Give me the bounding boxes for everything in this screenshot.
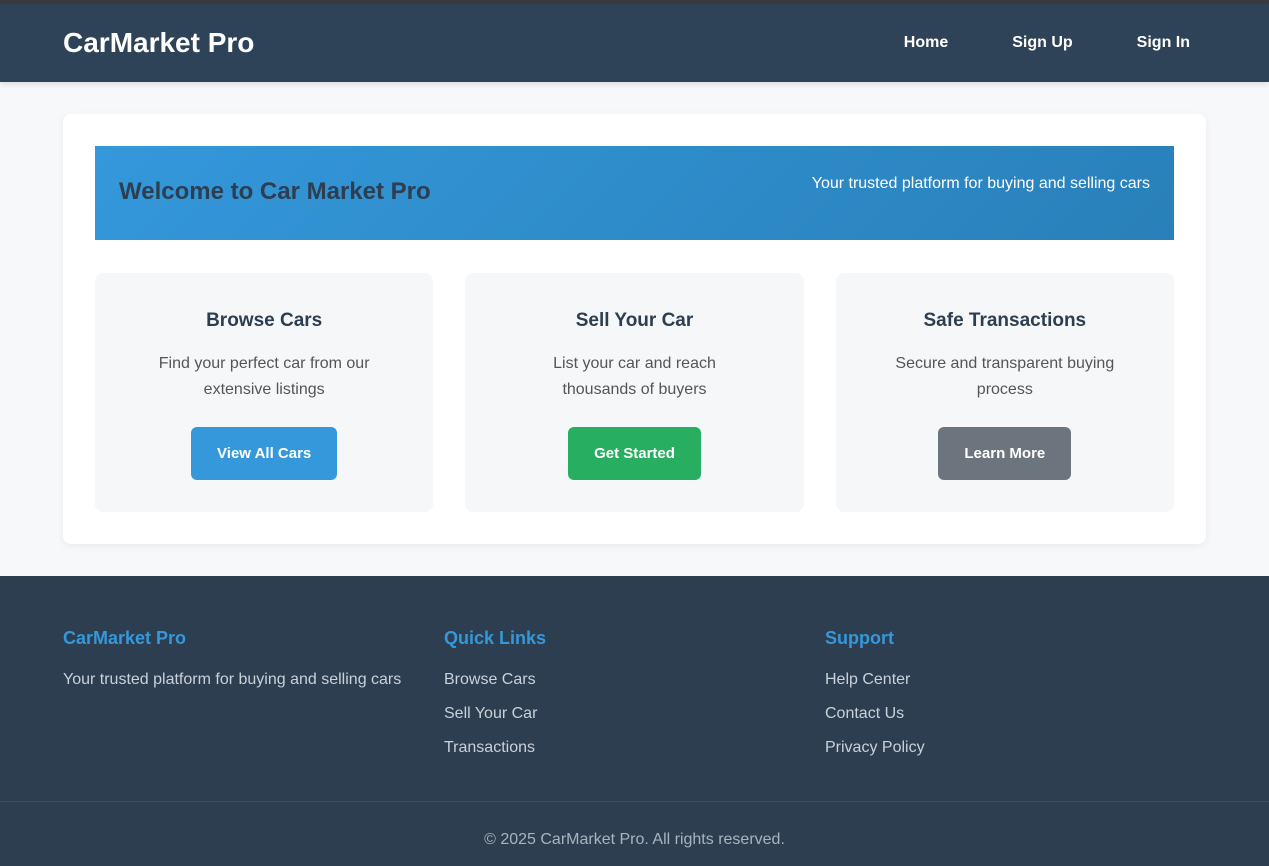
content-card: Welcome to Car Market Pro Your trusted p…: [63, 114, 1206, 544]
site-header: CarMarket Pro Home Sign Up Sign In: [0, 4, 1269, 82]
nav-sign-up[interactable]: Sign Up: [1012, 34, 1072, 52]
card-title: Sell Your Car: [575, 310, 694, 331]
main-nav: Home Sign Up Sign In: [840, 34, 1206, 52]
card-text: List your car and reach thousands of buy…: [553, 355, 716, 398]
main-content: Welcome to Car Market Pro Your trusted p…: [0, 82, 1269, 576]
card-text: Find your perfect car from our extensive…: [158, 355, 370, 398]
footer-brand-text: Your trusted platform for buying and sel…: [63, 671, 402, 688]
copyright: © 2025 CarMarket Pro. All rights reserve…: [484, 831, 785, 848]
site-footer: CarMarket Pro Your trusted platform for …: [0, 576, 1269, 866]
card-title: Safe Transactions: [923, 310, 1087, 331]
view-all-cars-button[interactable]: View All Cars: [191, 427, 338, 480]
footer-quick-links: Quick Links Browse Cars Sell Your Car Tr…: [444, 628, 825, 773]
footer-link-privacy-policy[interactable]: Privacy Policy: [825, 739, 1206, 757]
nav-sign-in[interactable]: Sign In: [1137, 34, 1190, 52]
get-started-button[interactable]: Get Started: [568, 427, 701, 480]
footer-link-transactions[interactable]: Transactions: [444, 739, 825, 757]
support-title: Support: [825, 628, 894, 648]
footer-support: Support Help Center Contact Us Privacy P…: [825, 628, 1206, 773]
hero-title: Welcome to Car Market Pro: [119, 178, 431, 205]
card-title: Browse Cars: [206, 310, 323, 331]
footer-link-browse-cars[interactable]: Browse Cars: [444, 671, 825, 689]
learn-more-button[interactable]: Learn More: [938, 427, 1072, 480]
footer-brand-title: CarMarket Pro: [63, 628, 187, 648]
card-text: Secure and transparent buying process: [895, 355, 1115, 398]
feature-cards: Browse Cars Find your perfect car from o…: [95, 273, 1174, 512]
hero-tagline: Your trusted platform for buying and sel…: [811, 175, 1150, 192]
feature-card-sell: Sell Your Car List your car and reach th…: [465, 273, 804, 512]
quick-links-title: Quick Links: [444, 628, 547, 648]
hero-banner: Welcome to Car Market Pro Your trusted p…: [95, 146, 1174, 240]
footer-divider: [0, 801, 1269, 802]
nav-home[interactable]: Home: [904, 34, 948, 52]
feature-card-safe: Safe Transactions Secure and transparent…: [835, 273, 1174, 512]
footer-link-sell-your-car[interactable]: Sell Your Car: [444, 705, 825, 723]
footer-link-contact-us[interactable]: Contact Us: [825, 705, 1206, 723]
feature-card-browse: Browse Cars Find your perfect car from o…: [95, 273, 434, 512]
footer-link-help-center[interactable]: Help Center: [825, 671, 1206, 689]
logo[interactable]: CarMarket Pro: [63, 27, 254, 59]
footer-brand: CarMarket Pro Your trusted platform for …: [63, 628, 444, 773]
